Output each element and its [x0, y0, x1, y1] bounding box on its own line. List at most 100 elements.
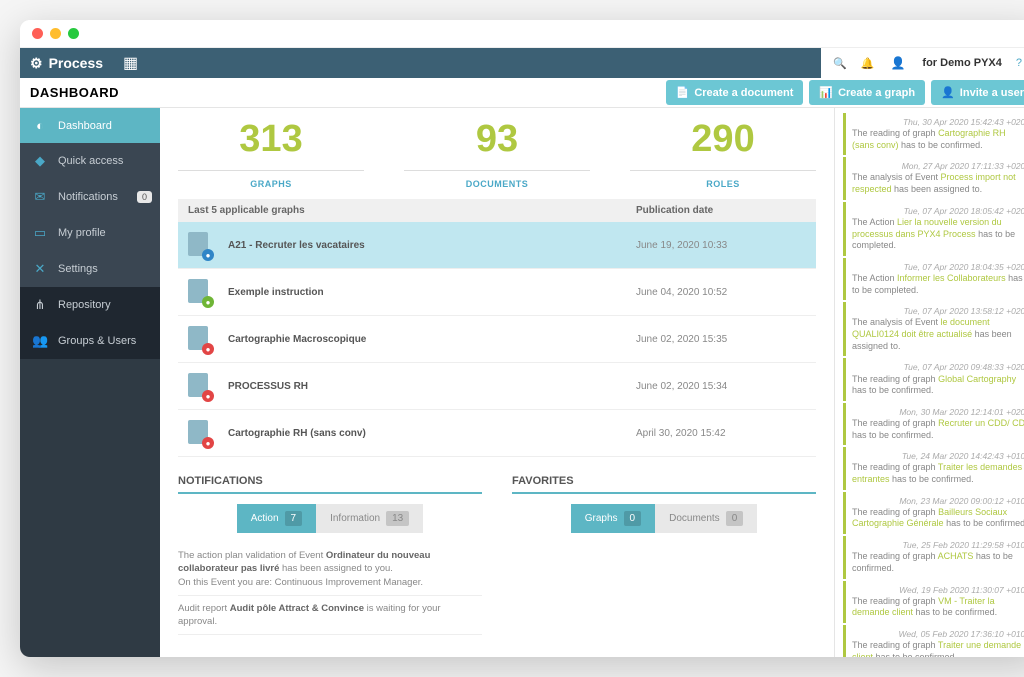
activity-link[interactable]: Global Cartography — [938, 374, 1016, 384]
document-icon: ● — [188, 420, 214, 446]
app-name: Process — [49, 55, 103, 71]
document-icon: ● — [188, 326, 214, 352]
activity-timestamp: Wed, 19 Feb 2020 11:30:07 +0100 — [852, 585, 1024, 596]
row-title: Cartographie RH (sans conv) — [228, 428, 636, 439]
activity-item[interactable]: Mon, 23 Mar 2020 09:00:12 +0100The readi… — [843, 492, 1024, 534]
activity-item[interactable]: Tue, 07 Apr 2020 18:05:42 +0200The Actio… — [843, 202, 1024, 256]
activity-link[interactable]: Recruter un CDD/ CDI — [938, 418, 1024, 428]
app-logo: ⚙ Process — [30, 55, 103, 72]
sidebar-item-settings[interactable]: ✕Settings — [20, 251, 160, 287]
activity-link[interactable]: Traiter une demande client — [852, 640, 1021, 657]
logo-icon: ⚙ — [30, 55, 43, 72]
activity-link[interactable]: ACHATS — [938, 551, 974, 561]
stat-label: ROLES — [630, 170, 816, 189]
document-icon: ● — [188, 279, 214, 305]
apps-grid-icon[interactable]: ▦ — [123, 53, 138, 73]
sidebar-item-profile[interactable]: ▭ My profile — [20, 215, 160, 251]
activity-item[interactable]: Tue, 24 Mar 2020 14:42:43 +0100The readi… — [843, 447, 1024, 489]
status-badge: ● — [202, 437, 214, 449]
table-row[interactable]: ●PROCESSUS RHJune 02, 2020 15:34 — [178, 363, 816, 410]
help-icon[interactable]: ? — [1016, 57, 1022, 69]
activity-link[interactable]: le document QUALI0124 doit être actualis… — [852, 317, 990, 339]
notification-item[interactable]: Audit report Audit pôle Attract & Convin… — [178, 596, 482, 636]
search-icon[interactable]: 🔍 — [833, 57, 847, 70]
activity-timestamp: Mon, 27 Apr 2020 17:11:33 +0200 — [852, 161, 1024, 172]
activity-timestamp: Tue, 07 Apr 2020 13:58:12 +0200 — [852, 306, 1024, 317]
activity-link[interactable]: Process import not respected — [852, 172, 1016, 194]
activity-link[interactable]: Lier la nouvelle version du processus da… — [852, 217, 1002, 239]
stat-roles: 290 ROLES — [630, 120, 816, 189]
activity-timestamp: Mon, 23 Mar 2020 09:00:12 +0100 — [852, 496, 1024, 507]
sidebar-label: Settings — [58, 263, 98, 275]
tab-action[interactable]: Action7 — [237, 504, 316, 533]
activity-item[interactable]: Wed, 19 Feb 2020 11:30:07 +0100The readi… — [843, 581, 1024, 623]
card-icon: ▭ — [32, 225, 48, 241]
row-date: June 02, 2020 15:35 — [636, 334, 806, 345]
minimize-window-button[interactable] — [50, 28, 61, 39]
activity-item[interactable]: Tue, 07 Apr 2020 13:58:12 +0200The analy… — [843, 302, 1024, 356]
panel-title: NOTIFICATIONS — [178, 475, 482, 494]
activity-link[interactable]: Bailleurs Sociaux Cartographie Générale — [852, 507, 1007, 529]
status-badge: ● — [202, 390, 214, 402]
stat-value: 313 — [178, 120, 364, 158]
activity-feed: Thu, 30 Apr 2020 15:42:43 +0200The readi… — [834, 108, 1024, 657]
row-date: April 30, 2020 15:42 — [636, 428, 806, 439]
sidebar-item-quick-access[interactable]: ◆ Quick access — [20, 143, 160, 179]
create-document-button[interactable]: 📄Create a document — [666, 80, 804, 105]
status-badge: ● — [202, 343, 214, 355]
activity-item[interactable]: Mon, 27 Apr 2020 17:11:33 +0200The analy… — [843, 157, 1024, 199]
activity-item[interactable]: Tue, 25 Feb 2020 11:29:58 +0100The readi… — [843, 536, 1024, 578]
sidebar-item-notifications[interactable]: ✉Notifications0 — [20, 179, 160, 215]
table-row[interactable]: ● Cartographie RH (sans conv)April 30, 20… — [178, 410, 816, 457]
bell-icon[interactable]: 🔔 — [861, 57, 875, 70]
sidebar-label: Dashboard — [58, 120, 112, 132]
row-date: June 04, 2020 10:52 — [636, 287, 806, 298]
sidebar-item-groups-users[interactable]: 👥 Groups & Users — [20, 323, 160, 359]
activity-timestamp: Tue, 24 Mar 2020 14:42:43 +0100 — [852, 451, 1024, 462]
stat-value: 290 — [630, 120, 816, 158]
col-header-date: Publication date — [636, 205, 806, 216]
sidebar: ◐ Dashboard ◆ Quick access ✉Notifications0… — [20, 108, 160, 657]
activity-item[interactable]: Thu, 30 Apr 2020 15:42:43 +0200The readi… — [843, 113, 1024, 155]
activity-item[interactable]: Mon, 30 Mar 2020 12:14:01 +0200The readi… — [843, 403, 1024, 445]
stat-label: DOCUMENTS — [404, 170, 590, 189]
sidebar-item-repository[interactable]: ⋔Repository — [20, 287, 160, 323]
tab-information[interactable]: Information13 — [316, 504, 423, 533]
notification-item[interactable]: The action plan validation of Event Ordi… — [178, 543, 482, 596]
row-title: Cartographie Macroscopique — [228, 334, 636, 345]
tab-graphs[interactable]: Graphs0 — [571, 504, 655, 533]
table-row[interactable]: ●Exemple instructionJune 04, 2020 10:52 — [178, 269, 816, 316]
activity-item[interactable]: Tue, 07 Apr 2020 18:04:35 +0200The Actio… — [843, 258, 1024, 300]
activity-item[interactable]: Tue, 07 Apr 2020 09:48:33 +0200The readi… — [843, 358, 1024, 400]
cube-icon: ◆ — [32, 153, 48, 169]
stat-graphs: 313GRAPHS — [178, 120, 364, 189]
create-graph-button[interactable]: 📊Create a graph — [809, 80, 925, 105]
sidebar-item-dashboard[interactable]: ◐ Dashboard — [20, 108, 160, 143]
gauge-icon: ◐ — [32, 118, 48, 133]
document-icon: ● — [188, 373, 214, 399]
status-badge: ● — [202, 296, 214, 308]
user-label: for Demo PYX4 — [922, 57, 1001, 69]
activity-link[interactable]: Traiter les demandes entrantes — [852, 462, 1022, 484]
stats-row: 313GRAPHS 93DOCUMENTS 290ROLES — [178, 120, 816, 189]
sidebar-label: My profile — [58, 227, 106, 239]
sidebar-label: Groups & Users — [58, 335, 136, 347]
sidebar-label: Quick access — [58, 155, 123, 167]
table-row[interactable]: ● Cartographie MacroscopiqueJune 02, 2020… — [178, 316, 816, 363]
activity-timestamp: Thu, 30 Apr 2020 15:42:43 +0200 — [852, 117, 1024, 128]
table-row[interactable]: ●A21 - Recruter les vacatairesJune 19, 2… — [178, 222, 816, 269]
users-icon: 👥 — [32, 333, 48, 349]
maximize-window-button[interactable] — [68, 28, 79, 39]
activity-timestamp: Tue, 25 Feb 2020 11:29:58 +0100 — [852, 540, 1024, 551]
invite-user-button[interactable]: 👤Invite a user — [931, 80, 1024, 105]
tab-count: 7 — [285, 511, 303, 526]
tab-documents[interactable]: Documents0 — [655, 504, 757, 533]
avatar[interactable]: 👤 — [888, 53, 908, 73]
row-title: A21 - Recruter les vacataires — [228, 240, 636, 251]
activity-item[interactable]: Wed, 05 Feb 2020 17:36:10 +0100The readi… — [843, 625, 1024, 657]
close-window-button[interactable] — [32, 28, 43, 39]
activity-link[interactable]: Informer les Collaborateurs — [897, 273, 1006, 283]
activity-timestamp: Wed, 05 Feb 2020 17:36:10 +0100 — [852, 629, 1024, 640]
activity-link[interactable]: VM - Traiter la demande client — [852, 596, 995, 618]
activity-link[interactable]: Cartographie RH (sans conv) — [852, 128, 1006, 150]
